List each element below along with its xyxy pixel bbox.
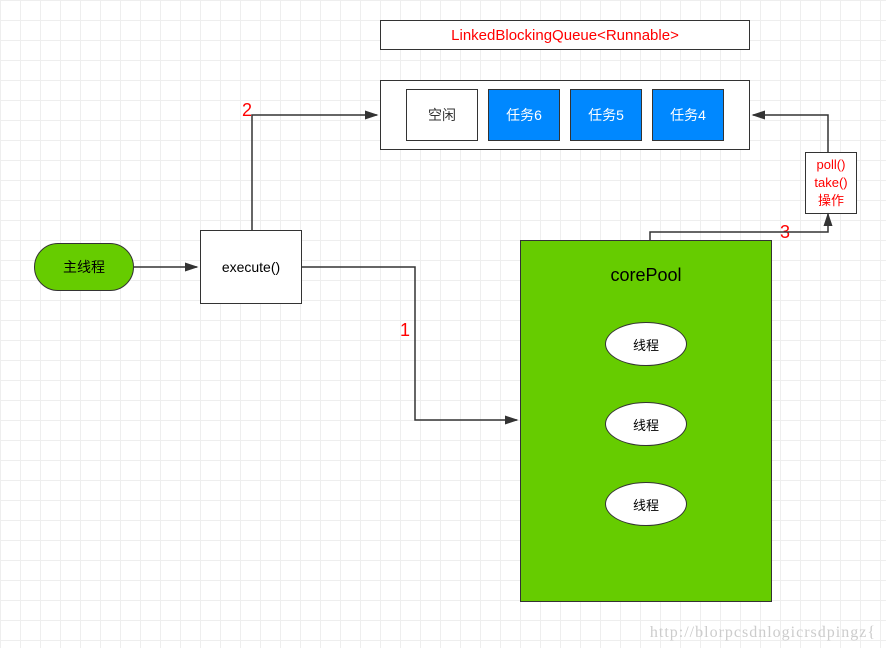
corepool-node: corePool 线程 线程 线程 xyxy=(520,240,772,602)
label-2: 2 xyxy=(242,100,252,121)
execute-node: execute() xyxy=(200,230,302,304)
thread-oval-3: 线程 xyxy=(605,482,687,526)
corepool-title: corePool xyxy=(610,265,681,286)
thread-oval-1: 线程 xyxy=(605,322,687,366)
label-3: 3 xyxy=(780,222,790,243)
queue-slot-empty: 空闲 xyxy=(406,89,478,141)
main-thread-node: 主线程 xyxy=(34,243,134,291)
poll-take-box: poll() take() 操作 xyxy=(805,152,857,214)
queue-slot-task5: 任务5 xyxy=(570,89,642,141)
queue-container: 空闲 任务6 任务5 任务4 xyxy=(380,80,750,150)
label-1: 1 xyxy=(400,320,410,341)
poll-line1: poll() xyxy=(817,156,846,174)
diagram-canvas: 主线程 execute() LinkedBlockingQueue<Runnab… xyxy=(0,0,886,648)
watermark: http://blorpcsdnlogicrsdpingz{ xyxy=(650,624,876,642)
queue-title-box: LinkedBlockingQueue<Runnable> xyxy=(380,20,750,50)
thread-oval-2: 线程 xyxy=(605,402,687,446)
poll-line3: 操作 xyxy=(818,192,844,210)
queue-slot-task6: 任务6 xyxy=(488,89,560,141)
poll-line2: take() xyxy=(814,174,847,192)
queue-slot-task4: 任务4 xyxy=(652,89,724,141)
main-thread-label: 主线程 xyxy=(63,257,105,277)
execute-label: execute() xyxy=(222,259,280,275)
queue-title-text: LinkedBlockingQueue<Runnable> xyxy=(451,27,679,44)
